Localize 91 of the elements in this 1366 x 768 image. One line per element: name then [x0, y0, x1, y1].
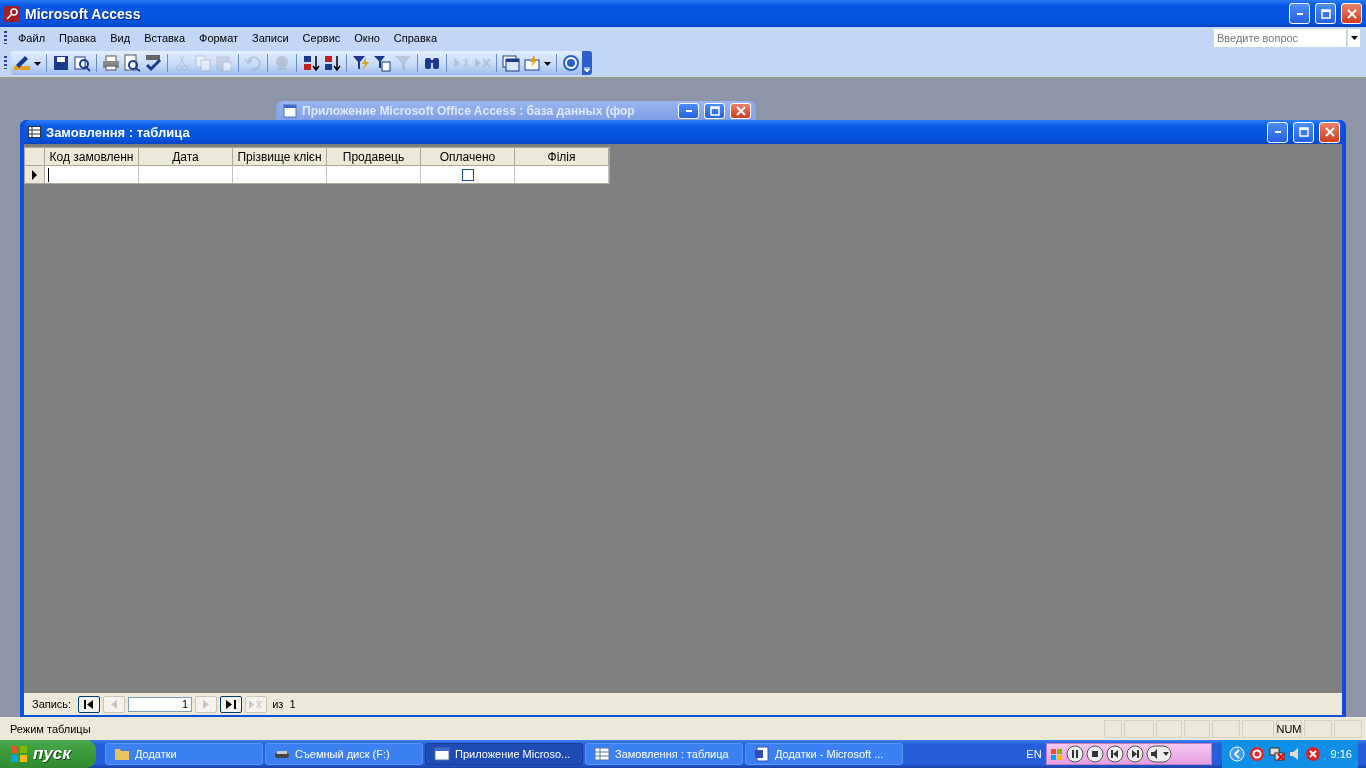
- document-icon: [754, 746, 770, 762]
- window-title: Замовлення : таблица: [46, 124, 191, 140]
- restore-icon: [1320, 8, 1331, 19]
- database-window-icon[interactable]: [502, 53, 520, 72]
- network-icon[interactable]: [1268, 746, 1285, 762]
- first-record-button[interactable]: [78, 695, 101, 713]
- record-label: Запись:: [32, 698, 72, 710]
- next-icon: [203, 699, 210, 709]
- menu-item[interactable]: Записи: [245, 31, 296, 44]
- new-object-icon[interactable]: [523, 53, 541, 72]
- ruler-pencil-icon[interactable]: [13, 53, 31, 72]
- chevron-left-icon[interactable]: [1228, 746, 1245, 762]
- window-title: Microsoft Access: [25, 5, 142, 22]
- table-icon: [594, 746, 610, 762]
- last-record-button[interactable]: [220, 695, 243, 713]
- minimize-icon: [1296, 12, 1303, 15]
- window-title: Приложение Microsoft Office Access : база данных (фор: [302, 103, 636, 118]
- menu-item[interactable]: Формат: [192, 31, 246, 44]
- help-icon[interactable]: [562, 53, 580, 72]
- filter-lightning-icon[interactable]: [352, 53, 370, 72]
- minimize-button[interactable]: [1267, 121, 1288, 143]
- pause-icon[interactable]: [1065, 745, 1084, 763]
- filter-form-icon[interactable]: [373, 53, 391, 72]
- window-icon: [283, 103, 297, 118]
- status-text: Режим таблицы: [9, 722, 92, 735]
- num-lock-indicator: NUM: [1276, 719, 1302, 738]
- maximize-icon: [709, 105, 720, 116]
- close-button[interactable]: [730, 102, 751, 119]
- taskbar-button[interactable]: Съемный диск (F:): [265, 743, 423, 765]
- previous-icon: [111, 699, 118, 709]
- close-icon: [1324, 127, 1335, 137]
- taskbar-button[interactable]: Замовлення : таблица: [585, 743, 743, 765]
- record-selector[interactable]: [25, 166, 45, 183]
- column-header[interactable]: Дата: [139, 148, 233, 166]
- print-preview-icon[interactable]: [123, 53, 141, 72]
- table-cell[interactable]: [45, 166, 139, 183]
- volume-icon[interactable]: [1145, 745, 1172, 763]
- minimize-button[interactable]: [1289, 3, 1310, 24]
- sort-ascending-icon[interactable]: [302, 53, 320, 72]
- taskbar-button[interactable]: Додатки: [105, 743, 263, 765]
- menu-item[interactable]: Вставка: [137, 31, 192, 44]
- language-indicator[interactable]: EN: [1026, 748, 1042, 760]
- taskbar-button[interactable]: Приложение Microso...: [425, 743, 583, 765]
- windows-flag-icon: [10, 745, 28, 763]
- start-button[interactable]: пуск: [0, 740, 96, 768]
- record-count-label: из 1: [272, 698, 296, 710]
- checkbox[interactable]: [461, 168, 474, 181]
- sort-descending-icon[interactable]: [323, 53, 341, 72]
- speaker-icon[interactable]: [1288, 746, 1301, 762]
- menu-item[interactable]: Справка: [386, 31, 444, 44]
- stop-icon[interactable]: [1085, 745, 1104, 763]
- app-key-icon: [4, 5, 20, 22]
- menu-item[interactable]: Вид: [103, 31, 138, 44]
- minimize-button[interactable]: [678, 102, 699, 119]
- last-icon: [226, 699, 237, 709]
- close-button[interactable]: [1319, 121, 1340, 143]
- taskbar-button[interactable]: Додатки - Microsoft ...: [745, 743, 903, 765]
- maximize-icon: [1298, 127, 1309, 137]
- table-icon: [28, 126, 41, 138]
- close-button[interactable]: [1341, 3, 1362, 24]
- folder-icon: [114, 746, 130, 762]
- column-header[interactable]: Філія: [515, 148, 609, 166]
- clock: 9:16: [1330, 748, 1352, 760]
- column-header[interactable]: Код замовленн: [45, 148, 139, 166]
- close-icon: [1346, 8, 1357, 19]
- restore-button[interactable]: [1315, 3, 1336, 24]
- column-header[interactable]: Продавець: [327, 148, 421, 166]
- save-icon[interactable]: [52, 53, 70, 72]
- minimize-icon: [685, 109, 692, 112]
- column-header[interactable]: Оплачено: [421, 148, 515, 166]
- close-icon: [735, 105, 746, 116]
- printer-icon[interactable]: [102, 53, 120, 72]
- windows-logo-icon: [1049, 747, 1064, 761]
- spell-check-icon[interactable]: [144, 53, 162, 72]
- first-icon: [84, 699, 95, 709]
- dropdown-arrow-icon[interactable]: [1350, 35, 1358, 40]
- minimize-icon: [1274, 131, 1281, 133]
- menu-item[interactable]: Правка: [52, 31, 104, 44]
- ring-icon[interactable]: [1248, 746, 1265, 762]
- help-question-field[interactable]: Введите вопрос: [1214, 28, 1346, 47]
- menu-item[interactable]: Сервис: [295, 31, 348, 44]
- maximize-button[interactable]: [704, 102, 725, 119]
- new-record-icon: [249, 699, 264, 709]
- record-number-field[interactable]: 1: [128, 696, 193, 712]
- search-icon[interactable]: [73, 53, 91, 72]
- window-icon: [434, 746, 450, 762]
- menu-item[interactable]: Файл: [11, 31, 53, 44]
- toolbar-options-icon[interactable]: [584, 66, 590, 72]
- column-header[interactable]: Прізвище клієн: [233, 148, 327, 166]
- menu-item[interactable]: Окно: [347, 31, 387, 44]
- maximize-button[interactable]: [1293, 121, 1314, 143]
